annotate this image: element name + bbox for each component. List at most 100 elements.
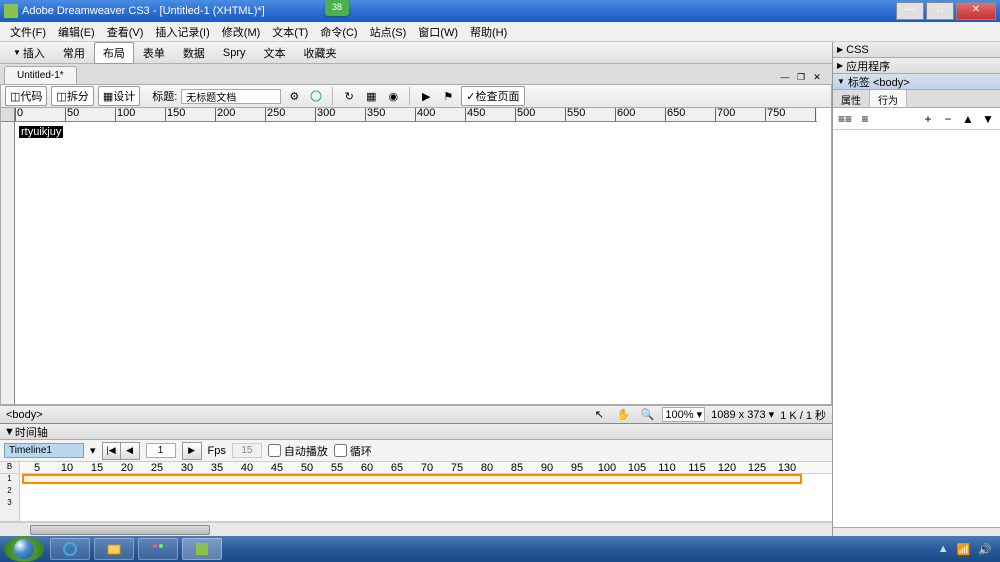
props-tab[interactable]: 属性: [833, 90, 870, 107]
insert-tab-fav[interactable]: 收藏夹: [295, 42, 346, 64]
menu-file[interactable]: 文件(F): [4, 24, 52, 40]
windows-taskbar: ▲ 📶 🔊: [0, 536, 1000, 562]
behaviors-tab[interactable]: 行为: [870, 90, 907, 107]
refresh-icon[interactable]: ↻: [340, 87, 358, 105]
timeline-scrollbar[interactable]: [0, 522, 832, 536]
timeline-controls: ▾ |◀ ◀ ▶ Fps 自动播放 循环: [0, 440, 832, 462]
insert-tab-form[interactable]: 表单: [134, 42, 174, 64]
design-view-button[interactable]: ▦设计: [98, 86, 140, 106]
doc-size: 1 K / 1 秒: [780, 407, 826, 423]
taskbar-paint[interactable]: [138, 538, 178, 560]
taskbar-explorer[interactable]: [94, 538, 134, 560]
browser-check-icon[interactable]: ⚙: [285, 87, 303, 105]
document-tab[interactable]: Untitled-1*: [4, 66, 77, 84]
insert-tab-layout[interactable]: 布局: [94, 42, 134, 64]
menu-site[interactable]: 站点(S): [364, 24, 413, 40]
back-button[interactable]: ◀: [121, 443, 139, 459]
behavior-channel-label: B: [0, 462, 20, 474]
start-button[interactable]: [4, 536, 44, 562]
design-view: 0501001502002503003504004505005506006507…: [0, 108, 832, 405]
system-tray[interactable]: ▲ 📶 🔊: [938, 543, 1000, 556]
insert-tab-data[interactable]: 数据: [174, 42, 214, 64]
doc-minimize-icon[interactable]: —: [778, 72, 792, 84]
show-set-icon[interactable]: ≡≡: [837, 111, 853, 127]
selected-text[interactable]: rtyuikjuy: [19, 126, 63, 138]
add-behavior-icon[interactable]: +: [920, 111, 936, 127]
fps-label: Fps: [208, 445, 226, 457]
tag-panel-header[interactable]: ▼标签 <body>: [833, 74, 1000, 90]
window-titlebar: Adobe Dreamweaver CS3 - [Untitled-1 (XHT…: [0, 0, 1000, 22]
file-mgmt-icon[interactable]: ⚑: [439, 87, 457, 105]
preview-icon[interactable]: ▶: [417, 87, 435, 105]
view-options-icon[interactable]: ▦: [362, 87, 380, 105]
remove-behavior-icon[interactable]: −: [940, 111, 956, 127]
globe-icon[interactable]: [307, 87, 325, 105]
autoplay-checkbox[interactable]: 自动播放: [268, 443, 328, 459]
fps-input: [232, 443, 262, 458]
menu-modify[interactable]: 修改(M): [216, 24, 267, 40]
timeline-row-numbers: 1 2 3: [0, 474, 20, 521]
window-size[interactable]: 1089 x 373 ▾: [711, 408, 774, 421]
tray-icon[interactable]: ▲: [938, 543, 949, 555]
css-panel-header[interactable]: ▶CSS: [833, 42, 1000, 58]
insert-tab-spry[interactable]: Spry: [214, 44, 255, 62]
doc-restore-icon[interactable]: ❐: [794, 72, 808, 84]
select-tool-icon[interactable]: ↖: [590, 406, 608, 424]
menu-help[interactable]: 帮助(H): [464, 24, 513, 40]
title-label: 标题:: [152, 88, 177, 104]
check-page-button[interactable]: ✓检查页面: [461, 86, 524, 106]
timeline-ruler: 5101520253035404550556065707580859095100…: [22, 462, 832, 474]
timeline-panel: ▼时间轴 ▾ |◀ ◀ ▶ Fps 自动播放 循环 B 510152025303…: [0, 423, 832, 536]
app-icon: [4, 4, 18, 18]
document-toolbar: ◫代码 ◫拆分 ▦设计 标题: ⚙ ↻ ▦ ◉ ▶ ⚑ ✓检查页面: [0, 84, 832, 108]
menu-bar: 文件(F) 编辑(E) 查看(V) 插入记录(I) 修改(M) 文本(T) 命令…: [0, 22, 1000, 42]
notification-badge[interactable]: 38: [325, 0, 349, 16]
maximize-button[interactable]: □: [926, 2, 954, 20]
visual-aids-icon[interactable]: ◉: [384, 87, 402, 105]
show-all-icon[interactable]: ≡: [857, 111, 873, 127]
window-title: Adobe Dreamweaver CS3 - [Untitled-1 (XHT…: [22, 5, 894, 17]
forward-button[interactable]: ▶: [183, 443, 201, 459]
timeline-nav: |◀ ◀: [102, 442, 140, 460]
menu-text[interactable]: 文本(T): [266, 24, 314, 40]
code-view-button[interactable]: ◫代码: [5, 86, 47, 106]
split-view-button[interactable]: ◫拆分: [51, 86, 93, 106]
close-button[interactable]: ✕: [956, 2, 996, 20]
insert-header[interactable]: ▼插入: [4, 42, 54, 64]
title-input[interactable]: [181, 89, 281, 104]
tag-selector[interactable]: <body>: [6, 409, 43, 421]
hand-tool-icon[interactable]: ✋: [614, 406, 632, 424]
taskbar-dreamweaver[interactable]: [182, 538, 222, 560]
timeline-name-select[interactable]: [4, 443, 84, 458]
menu-commands[interactable]: 命令(C): [314, 24, 363, 40]
tray-sound-icon[interactable]: 🔊: [978, 543, 992, 556]
taskbar-ie[interactable]: [50, 538, 90, 560]
up-icon[interactable]: ▲: [960, 111, 976, 127]
design-canvas[interactable]: rtyuikjuy: [15, 122, 817, 404]
rewind-button[interactable]: |◀: [103, 443, 121, 459]
timeline-header[interactable]: ▼时间轴: [0, 424, 832, 440]
doc-close-icon[interactable]: ✕: [810, 72, 824, 84]
zoom-tool-icon[interactable]: 🔍: [638, 406, 656, 424]
app-panel-header[interactable]: ▶应用程序: [833, 58, 1000, 74]
scrollbar-thumb[interactable]: [30, 525, 210, 535]
zoom-select[interactable]: 100% ▾: [662, 407, 705, 422]
menu-edit[interactable]: 编辑(E): [52, 24, 101, 40]
minimize-button[interactable]: —: [896, 2, 924, 20]
tray-network-icon[interactable]: 📶: [957, 543, 971, 556]
insert-tab-common[interactable]: 常用: [54, 42, 94, 64]
insert-tab-text[interactable]: 文本: [255, 42, 295, 64]
ruler-corner: [1, 108, 15, 122]
timeline-selection[interactable]: [22, 474, 802, 484]
timeline-tracks[interactable]: B 51015202530354045505560657075808590951…: [0, 462, 832, 522]
frame-input[interactable]: [146, 443, 176, 458]
document-area: Untitled-1* — ❐ ✕ ◫代码 ◫拆分 ▦设计 标题: ⚙ ↻ ▦ …: [0, 64, 832, 536]
down-icon[interactable]: ▼: [980, 111, 996, 127]
menu-view[interactable]: 查看(V): [101, 24, 150, 40]
menu-insert[interactable]: 插入记录(I): [149, 24, 215, 40]
behaviors-panel: ≡≡ ≡ + − ▲ ▼: [833, 108, 1000, 528]
loop-checkbox[interactable]: 循环: [334, 443, 372, 459]
document-tabs: Untitled-1* — ❐ ✕: [0, 64, 832, 84]
vertical-ruler: [1, 122, 15, 404]
menu-window[interactable]: 窗口(W): [412, 24, 464, 40]
